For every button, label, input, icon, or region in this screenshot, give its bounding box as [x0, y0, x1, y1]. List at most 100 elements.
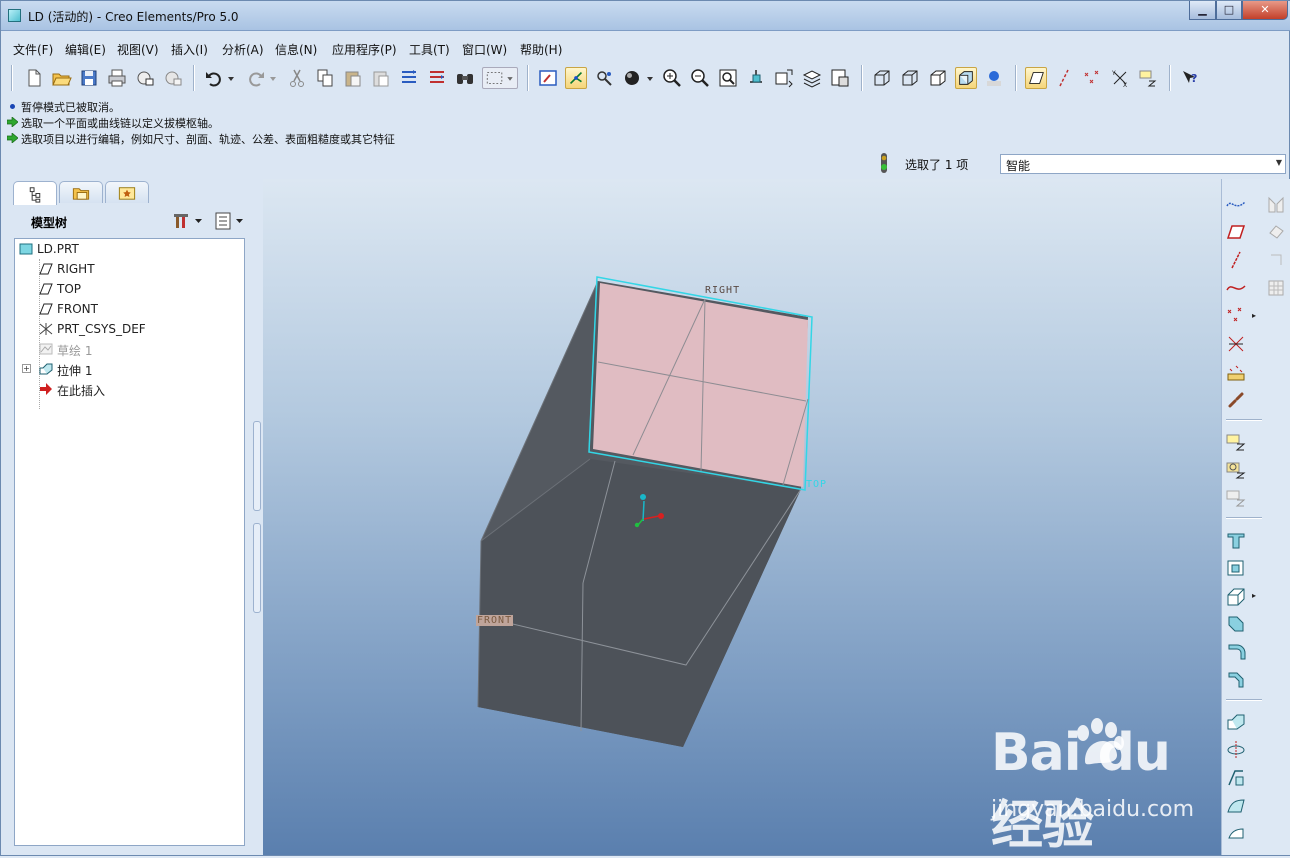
- datum-point-tool-icon[interactable]: [1225, 305, 1247, 327]
- main-toolbar: YX ?: [1, 61, 1290, 95]
- save-icon[interactable]: [78, 67, 100, 89]
- repaint-icon[interactable]: [537, 67, 559, 89]
- zoom-in-icon[interactable]: [661, 67, 683, 89]
- maximize-button[interactable]: □: [1216, 1, 1242, 20]
- zoom-out-icon[interactable]: [689, 67, 711, 89]
- datum-plane-icon: [39, 263, 53, 275]
- datum-curve-tool-icon[interactable]: [1225, 277, 1247, 299]
- saved-views-icon[interactable]: [773, 67, 795, 89]
- model-tree-display-icon[interactable]: [983, 67, 1005, 89]
- menu-view[interactable]: 视图(V): [117, 41, 159, 58]
- open-folder-icon[interactable]: [50, 67, 72, 89]
- spin-center-icon[interactable]: [565, 67, 587, 89]
- menu-window[interactable]: 窗口(W): [462, 41, 507, 58]
- extrude-tool-icon[interactable]: [1225, 711, 1247, 733]
- chain-link-icon[interactable]: [1225, 389, 1247, 411]
- splitter-grip[interactable]: [253, 421, 261, 511]
- undo-dropdown-icon[interactable]: [225, 67, 237, 89]
- find-binoculars-icon[interactable]: [454, 67, 476, 89]
- paste-icon[interactable]: [342, 67, 364, 89]
- message-line: 选取项目以进行编辑，例如尺寸、剖面、轨迹、公差、表面粗糙度或其它特征: [7, 131, 707, 147]
- regenerate-icon[interactable]: [398, 67, 420, 89]
- paste-special-icon[interactable]: [370, 67, 392, 89]
- close-button[interactable]: ✕: [1242, 1, 1288, 20]
- rib-tool-icon[interactable]: [1225, 585, 1247, 607]
- datum-display-filter-icon[interactable]: [1225, 193, 1247, 215]
- draft-tool-icon[interactable]: [1225, 613, 1247, 635]
- datum-axis-tool-icon[interactable]: [1225, 249, 1247, 271]
- shell-tool-icon[interactable]: [1225, 557, 1247, 579]
- menu-tools[interactable]: 工具(T): [409, 41, 450, 58]
- menu-analysis[interactable]: 分析(A): [222, 41, 264, 58]
- appearance-sphere-icon[interactable]: [621, 67, 643, 89]
- appearance-dropdown-icon[interactable]: [644, 67, 656, 89]
- hole-tool-icon[interactable]: [1225, 529, 1247, 551]
- tab-model-tree[interactable]: [13, 181, 57, 205]
- send-link-icon[interactable]: [162, 67, 184, 89]
- no-hidden-icon[interactable]: [927, 67, 949, 89]
- sweep-tool-icon[interactable]: [1225, 767, 1247, 789]
- submenu-arrow-icon[interactable]: ▸: [1252, 591, 1256, 600]
- chamfer-tool-icon[interactable]: [1225, 669, 1247, 691]
- redo-icon[interactable]: [245, 67, 267, 89]
- toolbar-separator: [861, 65, 863, 91]
- selection-box-icon[interactable]: [482, 67, 518, 89]
- send-mail-icon[interactable]: [134, 67, 156, 89]
- selection-filter-dropdown[interactable]: 智能 ▼: [1000, 154, 1286, 174]
- menu-edit[interactable]: 编辑(E): [65, 41, 106, 58]
- context-help-icon[interactable]: ?: [1179, 67, 1201, 89]
- analysis-feature-icon[interactable]: [1225, 361, 1247, 383]
- watermark-url: jingyan.baidu.com: [991, 797, 1195, 822]
- shading-icon[interactable]: [955, 67, 977, 89]
- print-icon[interactable]: [106, 67, 128, 89]
- datum-point-display-icon[interactable]: [1081, 67, 1103, 89]
- refit-icon[interactable]: [717, 67, 739, 89]
- pattern-tool-icon[interactable]: [1265, 277, 1287, 299]
- annotation-display-icon[interactable]: [1137, 67, 1159, 89]
- csys-icon: [39, 323, 53, 335]
- tab-folder-browser[interactable]: [59, 181, 103, 203]
- menu-insert[interactable]: 插入(I): [171, 41, 208, 58]
- sketch-edit-icon[interactable]: [1225, 459, 1247, 481]
- title-bar: LD (活动的) - Creo Elements/Pro 5.0 ▁ □ ✕: [1, 1, 1290, 31]
- datum-csys-tool-icon[interactable]: [1225, 333, 1247, 355]
- menu-info[interactable]: 信息(N): [275, 41, 317, 58]
- menu-help[interactable]: 帮助(H): [520, 41, 562, 58]
- revolve-tool-icon[interactable]: [1225, 739, 1247, 761]
- splitter-grip[interactable]: [253, 523, 261, 613]
- tree-columns-icon[interactable]: [213, 210, 247, 232]
- tab-favorites[interactable]: [105, 181, 149, 203]
- undo-icon[interactable]: [203, 67, 225, 89]
- round-tool-icon[interactable]: [1225, 641, 1247, 663]
- cut-icon[interactable]: [286, 67, 308, 89]
- menu-file[interactable]: 文件(F): [13, 41, 53, 58]
- menu-applications[interactable]: 应用程序(P): [332, 41, 397, 58]
- view-manager-icon[interactable]: [829, 67, 851, 89]
- redo-dropdown-icon[interactable]: [267, 67, 279, 89]
- blend-tool-icon[interactable]: [1225, 795, 1247, 817]
- note-tool-icon[interactable]: [1225, 487, 1247, 509]
- orient-mode-icon[interactable]: [593, 67, 615, 89]
- merge-tool-icon[interactable]: [1265, 221, 1287, 243]
- mirror-tool-icon[interactable]: [1265, 193, 1287, 215]
- trim-tool-icon[interactable]: [1265, 249, 1287, 271]
- panel-splitter[interactable]: [251, 181, 263, 851]
- new-file-icon[interactable]: [23, 67, 45, 89]
- datum-plane-tool-icon[interactable]: [1225, 221, 1247, 243]
- hidden-line-icon[interactable]: [899, 67, 921, 89]
- layers-icon[interactable]: [801, 67, 823, 89]
- copy-icon[interactable]: [314, 67, 336, 89]
- datum-plane-display-icon[interactable]: [1025, 67, 1047, 89]
- sketch-tool-icon[interactable]: [1225, 431, 1247, 453]
- csys-display-icon[interactable]: YX: [1109, 67, 1131, 89]
- expand-icon[interactable]: +: [22, 364, 31, 373]
- wireframe-icon[interactable]: [871, 67, 893, 89]
- regeneration-manager-icon[interactable]: [426, 67, 448, 89]
- prompt-arrow-icon: [7, 133, 18, 143]
- datum-axis-display-icon[interactable]: [1053, 67, 1075, 89]
- tree-settings-icon[interactable]: [173, 210, 205, 232]
- reorient-icon[interactable]: [745, 67, 767, 89]
- submenu-arrow-icon[interactable]: ▸: [1252, 311, 1256, 320]
- boundary-tool-icon[interactable]: [1225, 823, 1247, 845]
- minimize-button[interactable]: ▁: [1189, 1, 1216, 20]
